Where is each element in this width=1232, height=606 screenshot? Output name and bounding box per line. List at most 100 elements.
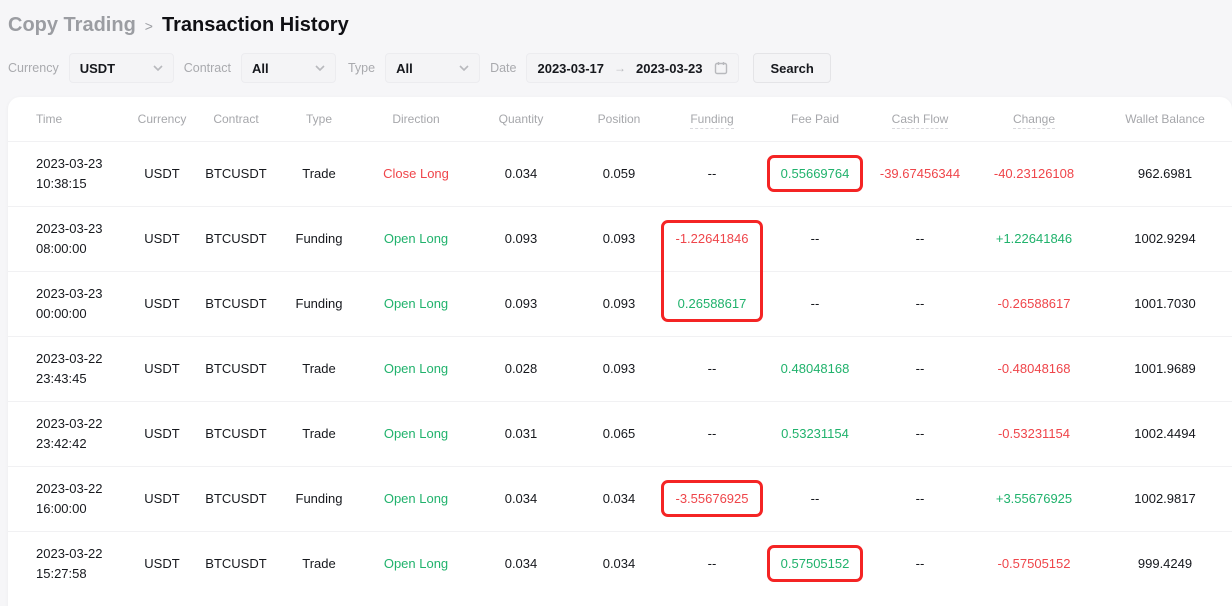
column-header-position: Position	[574, 97, 664, 141]
contract-select-value: All	[252, 61, 269, 76]
chevron-down-icon	[459, 65, 469, 71]
type-select[interactable]: All	[385, 53, 480, 83]
cell-type: Trade	[274, 401, 364, 466]
cell-direction: Close Long	[364, 141, 468, 206]
column-header-change: Change	[970, 97, 1098, 141]
cell-fee_paid: --	[760, 466, 870, 531]
contract-select[interactable]: All	[241, 53, 336, 83]
cell-change: +3.55676925	[970, 466, 1098, 531]
cell-currency: USDT	[126, 271, 198, 336]
column-header-direction: Direction	[364, 97, 468, 141]
cell-cash_flow: --	[870, 271, 970, 336]
table-row: 2023-03-2310:38:15USDTBTCUSDTTradeClose …	[8, 141, 1232, 206]
table-body: 2023-03-2310:38:15USDTBTCUSDTTradeClose …	[8, 141, 1232, 596]
cell-contract: BTCUSDT	[198, 336, 274, 401]
currency-label: Currency	[8, 61, 59, 75]
table-row: 2023-03-2215:27:58USDTBTCUSDTTradeOpen L…	[8, 531, 1232, 596]
cell-position: 0.034	[574, 466, 664, 531]
date-arrow-icon: →	[614, 61, 626, 75]
cell-position: 0.034	[574, 531, 664, 596]
cell-fee_paid: 0.57505152	[760, 531, 870, 596]
cell-quantity: 0.034	[468, 531, 574, 596]
cell-fee_paid: 0.55669764	[760, 141, 870, 206]
cell-change: -0.26588617	[970, 271, 1098, 336]
cell-fee_paid: 0.53231154	[760, 401, 870, 466]
contract-label: Contract	[184, 61, 231, 75]
cell-cash_flow: -39.67456344	[870, 141, 970, 206]
column-header-type: Type	[274, 97, 364, 141]
cell-fee_paid: --	[760, 206, 870, 271]
date-from[interactable]: 2023-03-17	[537, 61, 604, 76]
cell-position: 0.059	[574, 141, 664, 206]
chevron-down-icon	[153, 65, 163, 71]
currency-select[interactable]: USDT	[69, 53, 174, 83]
table-row: 2023-03-2216:00:00USDTBTCUSDTFundingOpen…	[8, 466, 1232, 531]
cell-time: 2023-03-2215:27:58	[8, 531, 126, 596]
cell-time: 2023-03-2308:00:00	[8, 206, 126, 271]
column-header-time: Time	[8, 97, 126, 141]
cell-type: Funding	[274, 206, 364, 271]
cell-time: 2023-03-2300:00:00	[8, 271, 126, 336]
cell-wallet_balance: 999.4249	[1098, 531, 1232, 596]
cell-wallet_balance: 1002.9294	[1098, 206, 1232, 271]
cell-contract: BTCUSDT	[198, 141, 274, 206]
cell-contract: BTCUSDT	[198, 206, 274, 271]
cell-direction: Open Long	[364, 336, 468, 401]
cell-type: Trade	[274, 531, 364, 596]
table-row: 2023-03-2223:42:42USDTBTCUSDTTradeOpen L…	[8, 401, 1232, 466]
cell-type: Funding	[274, 466, 364, 531]
breadcrumb-copy-trading[interactable]: Copy Trading	[8, 14, 136, 37]
cell-currency: USDT	[126, 336, 198, 401]
table-card: TimeCurrencyContractTypeDirectionQuantit…	[8, 97, 1232, 606]
date-range-input[interactable]: 2023-03-17 → 2023-03-23	[526, 53, 739, 83]
cell-contract: BTCUSDT	[198, 401, 274, 466]
cell-change: +1.22641846	[970, 206, 1098, 271]
cell-currency: USDT	[126, 206, 198, 271]
column-header-wallet_balance: Wallet Balance	[1098, 97, 1232, 141]
cell-quantity: 0.028	[468, 336, 574, 401]
cell-wallet_balance: 1001.9689	[1098, 336, 1232, 401]
cell-cash_flow: --	[870, 531, 970, 596]
table-row: 2023-03-2300:00:00USDTBTCUSDTFundingOpen…	[8, 271, 1232, 336]
cell-direction: Open Long	[364, 271, 468, 336]
cell-funding: 0.26588617	[664, 271, 760, 336]
transaction-table: TimeCurrencyContractTypeDirectionQuantit…	[8, 97, 1232, 596]
column-header-contract: Contract	[198, 97, 274, 141]
column-header-currency: Currency	[126, 97, 198, 141]
column-header-quantity: Quantity	[468, 97, 574, 141]
cell-type: Trade	[274, 336, 364, 401]
search-button[interactable]: Search	[753, 53, 830, 83]
cell-change: -0.53231154	[970, 401, 1098, 466]
cell-change: -0.48048168	[970, 336, 1098, 401]
cell-quantity: 0.034	[468, 141, 574, 206]
date-to[interactable]: 2023-03-23	[636, 61, 703, 76]
cell-quantity: 0.093	[468, 271, 574, 336]
cell-contract: BTCUSDT	[198, 271, 274, 336]
page-root: Copy Trading > Transaction History Curre…	[0, 0, 1232, 606]
breadcrumb-separator-icon: >	[145, 18, 153, 34]
cell-cash_flow: --	[870, 336, 970, 401]
date-label: Date	[490, 61, 516, 75]
cell-position: 0.093	[574, 206, 664, 271]
column-header-cash_flow: Cash Flow	[870, 97, 970, 141]
cell-position: 0.093	[574, 336, 664, 401]
cell-wallet_balance: 1002.9817	[1098, 466, 1232, 531]
cell-quantity: 0.034	[468, 466, 574, 531]
type-select-value: All	[396, 61, 413, 76]
cell-type: Funding	[274, 271, 364, 336]
cell-change: -0.57505152	[970, 531, 1098, 596]
cell-wallet_balance: 1001.7030	[1098, 271, 1232, 336]
cell-direction: Open Long	[364, 401, 468, 466]
cell-time: 2023-03-2310:38:15	[8, 141, 126, 206]
cell-direction: Open Long	[364, 206, 468, 271]
cell-fee_paid: 0.48048168	[760, 336, 870, 401]
cell-change: -40.23126108	[970, 141, 1098, 206]
filter-bar: Currency USDT Contract All Type All Date…	[8, 53, 1232, 83]
cell-currency: USDT	[126, 141, 198, 206]
cell-time: 2023-03-2223:42:42	[8, 401, 126, 466]
table-header-row: TimeCurrencyContractTypeDirectionQuantit…	[8, 97, 1232, 141]
table-row: 2023-03-2223:43:45USDTBTCUSDTTradeOpen L…	[8, 336, 1232, 401]
cell-direction: Open Long	[364, 531, 468, 596]
cell-contract: BTCUSDT	[198, 466, 274, 531]
column-header-funding: Funding	[664, 97, 760, 141]
